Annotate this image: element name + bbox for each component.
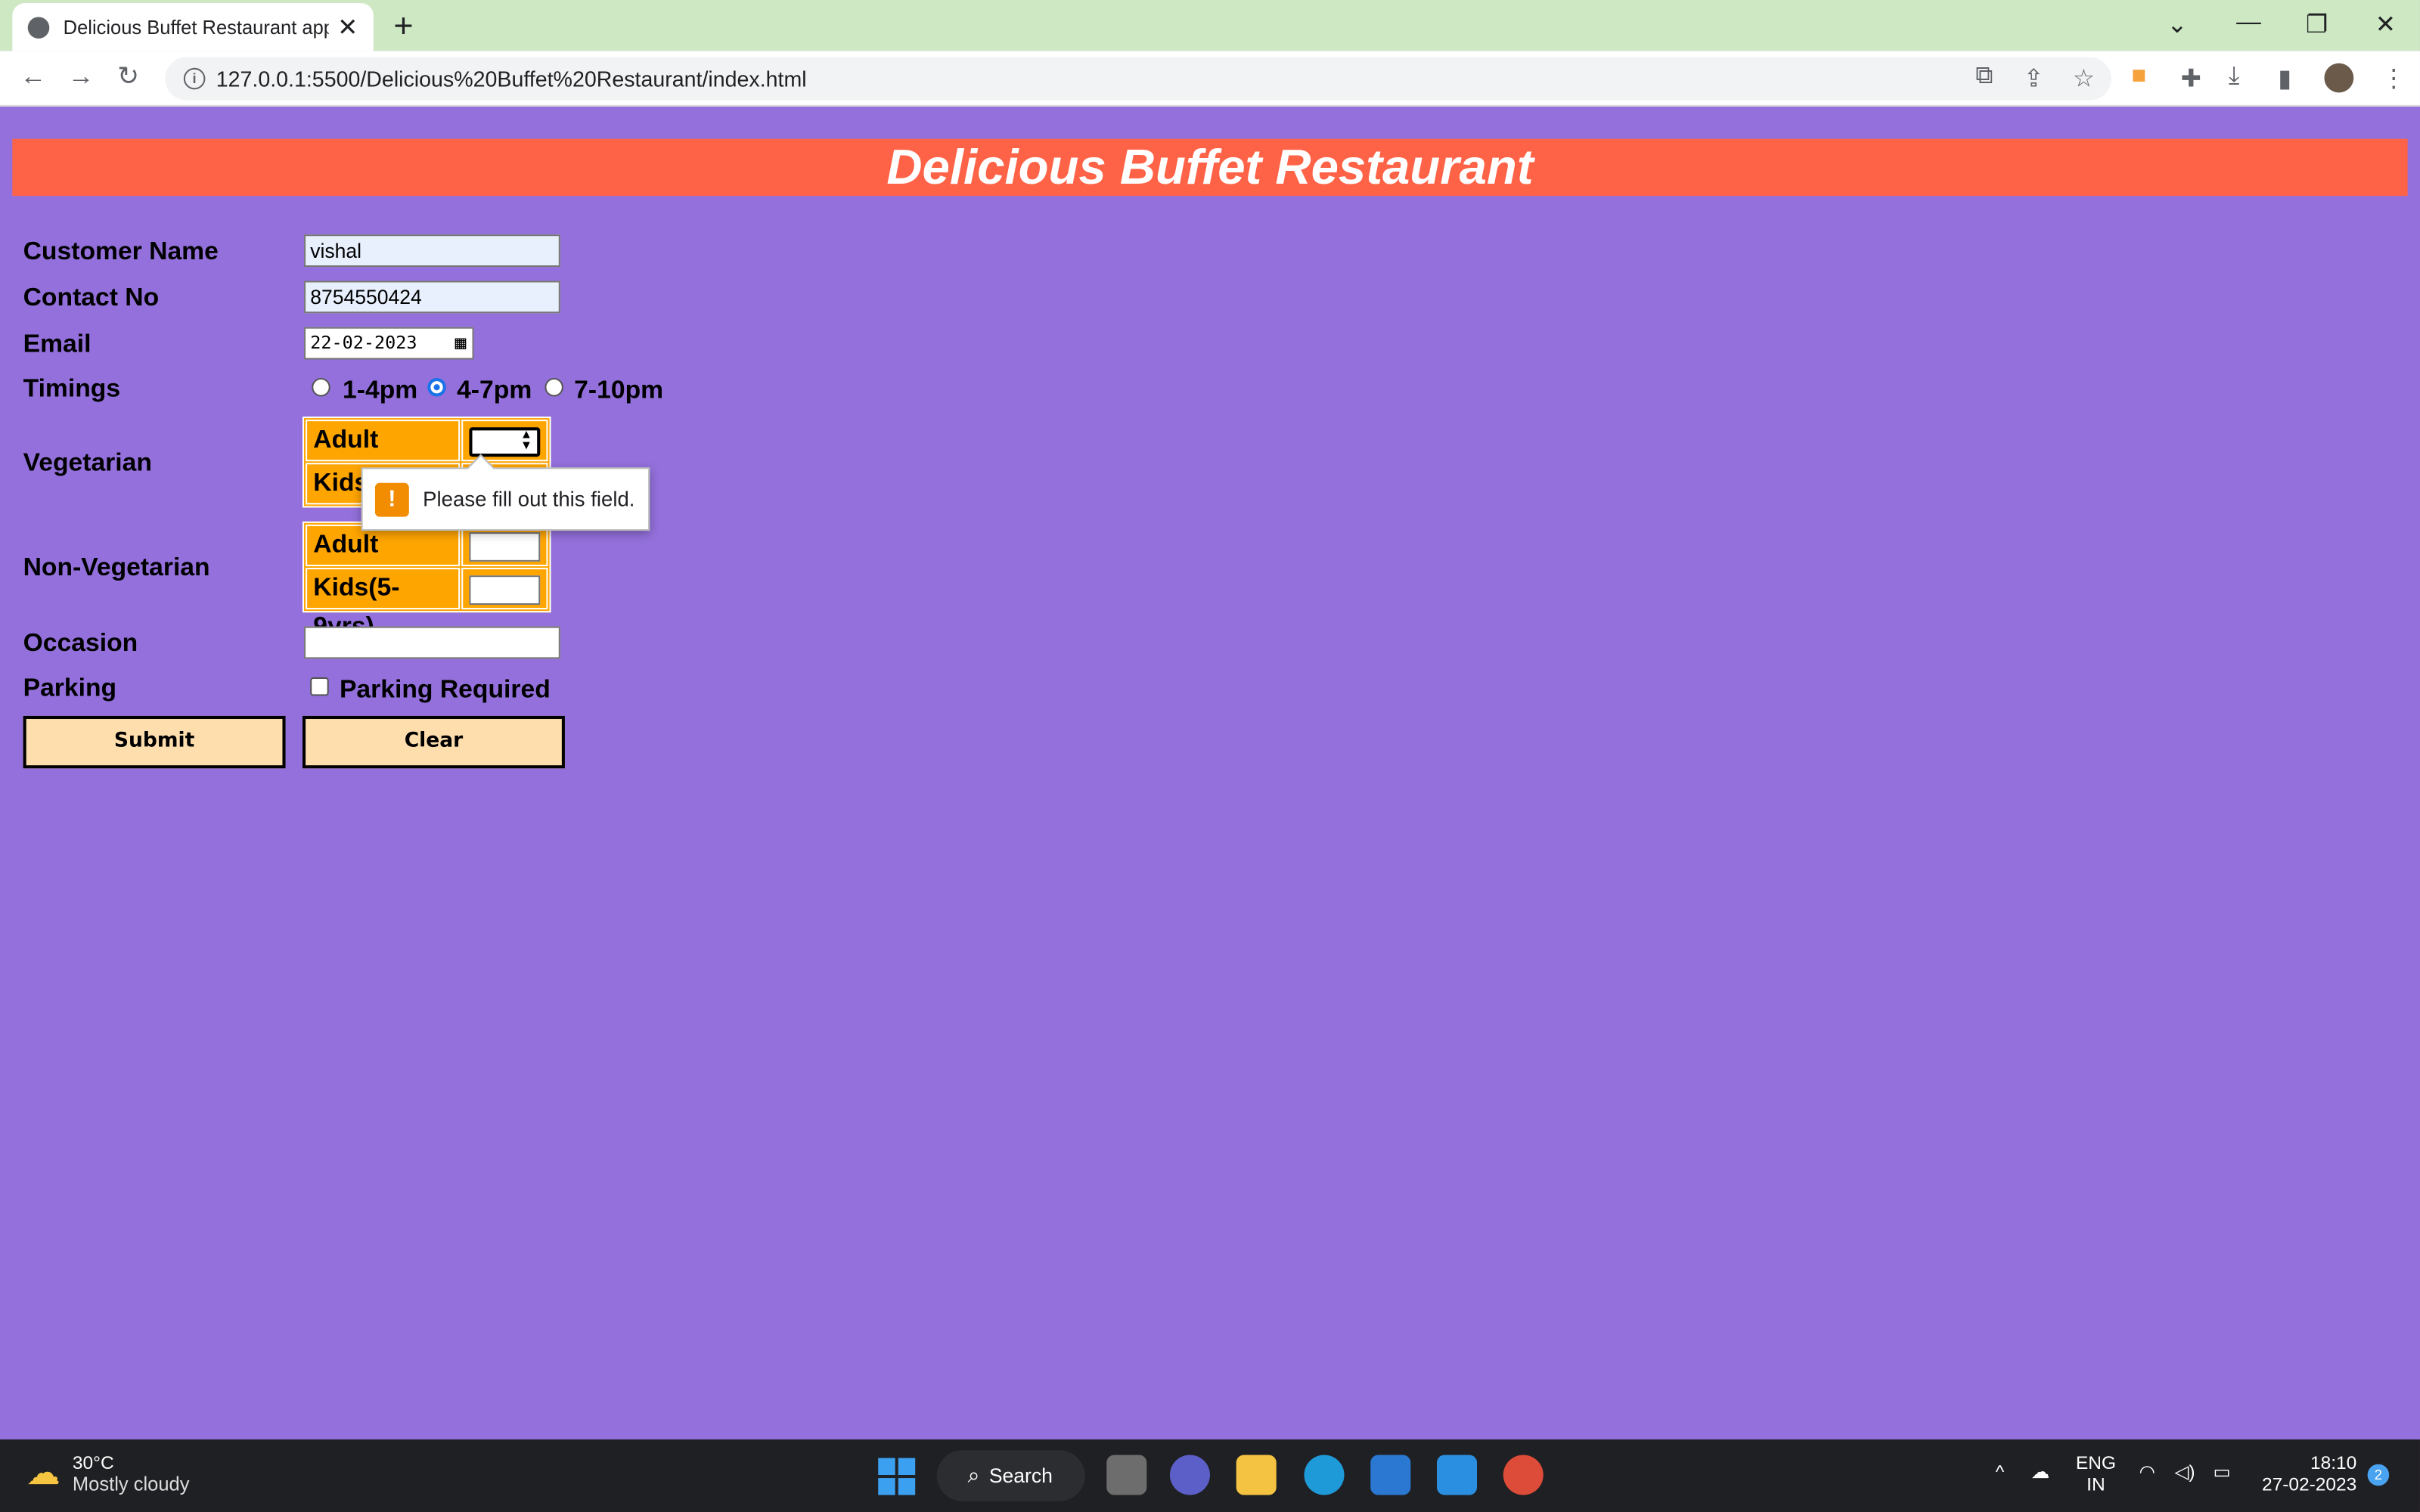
veg-adult-cell: ▲ ▼	[461, 420, 548, 462]
validation-tooltip: ! Please fill out this field.	[361, 467, 650, 531]
cloud-sun-icon: ☁	[26, 1453, 60, 1492]
wifi-icon[interactable]: ◠	[2139, 1461, 2155, 1483]
date: 27-02-2023	[2262, 1473, 2357, 1495]
lang-code: ENG	[2075, 1452, 2116, 1473]
browser-tab[interactable]: Delicious Buffet Restaurant applic ✕	[12, 3, 374, 51]
timing-radio-4-7pm[interactable]	[427, 377, 446, 397]
chrome-icon[interactable]	[1503, 1455, 1544, 1495]
clock[interactable]: 18:10 27-02-2023	[2261, 1452, 2357, 1495]
info-icon[interactable]: i	[183, 67, 206, 90]
address-bar[interactable]: i 127.0.0.1:5500/Delicious%20Buffet%20Re…	[165, 57, 2111, 101]
battery-icon[interactable]: ▭	[2214, 1461, 2231, 1483]
profile-avatar[interactable]	[2324, 63, 2354, 93]
store-icon[interactable]	[1370, 1455, 1411, 1495]
search-icon: ⌕	[967, 1462, 980, 1488]
clear-button[interactable]: Clear	[302, 715, 565, 769]
chevron-down-icon[interactable]: ⌄	[2167, 9, 2187, 40]
puzzle-icon[interactable]: ✚	[2181, 64, 2201, 94]
browser-toolbar: ← → ↻ i 127.0.0.1:5500/Delicious%20Buffe…	[0, 51, 2420, 107]
forward-icon[interactable]: →	[68, 62, 95, 93]
email-date-input[interactable]: 22-02-2023 ▦	[304, 327, 474, 360]
windows-start-icon[interactable]	[878, 1458, 916, 1495]
bookmark-star-icon[interactable]: ☆	[2073, 64, 2095, 94]
close-tab-icon[interactable]: ✕	[337, 11, 358, 42]
url-text: 127.0.0.1:5500/Delicious%20Buffet%20Rest…	[216, 66, 807, 91]
validation-message: Please fill out this field.	[423, 487, 635, 511]
date-value: 22-02-2023	[310, 331, 417, 354]
weather-temp: 30°C	[72, 1452, 114, 1473]
taskbar-search[interactable]: ⌕ Search	[936, 1450, 1085, 1501]
vegetarian-label: Vegetarian	[23, 448, 152, 477]
edge-icon[interactable]	[1304, 1455, 1345, 1495]
extension-icon[interactable]: ■	[2131, 64, 2146, 91]
non-vegetarian-table: Adult Kids(5-9yrs)	[302, 521, 551, 640]
timing-radio-7-10pm[interactable]	[544, 377, 563, 397]
nonveg-adult-input[interactable]	[469, 532, 541, 562]
spinner-icon[interactable]: ▲ ▼	[520, 428, 532, 451]
customer-name-label: Customer Name	[23, 237, 219, 266]
timing-radio-1-4pm[interactable]	[312, 377, 330, 397]
occasion-label: Occasion	[23, 629, 138, 658]
volume-icon[interactable]: ◁)	[2174, 1461, 2195, 1483]
back-icon[interactable]: ←	[20, 62, 47, 93]
veg-adult-label: Adult	[306, 420, 461, 462]
search-label: Search	[988, 1464, 1053, 1488]
taskbar: ☁ 30°C Mostly cloudy ⌕ Search ^ ☁ ENG IN…	[0, 1439, 2420, 1512]
onedrive-icon[interactable]: ☁	[2031, 1461, 2049, 1483]
occasion-input[interactable]	[304, 626, 560, 659]
parking-checkbox[interactable]	[310, 677, 329, 696]
translate-icon[interactable]: ⧉	[1975, 64, 1993, 91]
reload-icon[interactable]: ↻	[117, 62, 139, 93]
timings-label: Timings	[23, 374, 121, 403]
share-icon[interactable]: ⇪	[2023, 64, 2043, 94]
globe-icon	[27, 16, 50, 38]
file-explorer-icon[interactable]	[1236, 1455, 1277, 1495]
side-panel-icon[interactable]: ▮	[2278, 64, 2291, 94]
calendar-icon[interactable]: ▦	[455, 329, 467, 358]
parking-checkbox-label: Parking Required	[339, 675, 551, 704]
nonveg-adult-label: Adult	[306, 524, 461, 566]
timing-option-1: 1-4pm	[343, 376, 418, 404]
task-view-icon[interactable]	[1106, 1455, 1147, 1495]
restore-icon[interactable]: ❐	[2306, 9, 2328, 40]
contact-input[interactable]: 8754550424	[304, 280, 560, 314]
timing-option-2: 4-7pm	[457, 376, 532, 404]
timing-option-3: 7-10pm	[574, 376, 664, 404]
chat-icon[interactable]	[1169, 1455, 1210, 1495]
lang-region: IN	[2086, 1473, 2105, 1495]
weather-desc: Mostly cloudy	[72, 1473, 190, 1495]
menu-kebab-icon[interactable]: ⋮	[2381, 64, 2406, 94]
page-title: Delicious Buffet Restaurant	[12, 138, 2408, 197]
language-indicator[interactable]: ENG IN	[2076, 1452, 2116, 1495]
nonveg-kids-label: Kids(5-9yrs)	[306, 568, 461, 640]
chevron-up-icon[interactable]: ^	[1996, 1461, 2005, 1483]
email-label: Email	[23, 330, 92, 358]
parking-label: Parking	[23, 674, 117, 702]
download-icon[interactable]: ⤓	[2229, 64, 2239, 91]
weather-widget[interactable]: ☁ 30°C Mostly cloudy	[26, 1452, 190, 1495]
tab-title: Delicious Buffet Restaurant applic	[63, 16, 328, 38]
new-tab-icon[interactable]: +	[393, 6, 413, 46]
time: 18:10	[2310, 1452, 2357, 1473]
nonveg-kids-cell	[461, 568, 548, 610]
customer-name-input[interactable]: vishal	[304, 234, 560, 268]
submit-button[interactable]: Submit	[23, 715, 286, 769]
vscode-icon[interactable]	[1436, 1455, 1478, 1495]
notification-badge[interactable]: 2	[2367, 1464, 2390, 1486]
minimize-icon[interactable]: —	[2236, 9, 2261, 37]
veg-adult-input[interactable]: ▲ ▼	[469, 427, 541, 457]
warning-icon: !	[374, 482, 409, 516]
close-window-icon[interactable]: ✕	[2375, 9, 2396, 40]
non-vegetarian-label: Non-Vegetarian	[23, 553, 210, 582]
nonveg-kids-input[interactable]	[469, 575, 541, 605]
nonveg-adult-cell	[461, 524, 548, 566]
tab-strip: Delicious Buffet Restaurant applic ✕ + ⌄…	[0, 0, 2420, 51]
contact-label: Contact No	[23, 284, 160, 312]
